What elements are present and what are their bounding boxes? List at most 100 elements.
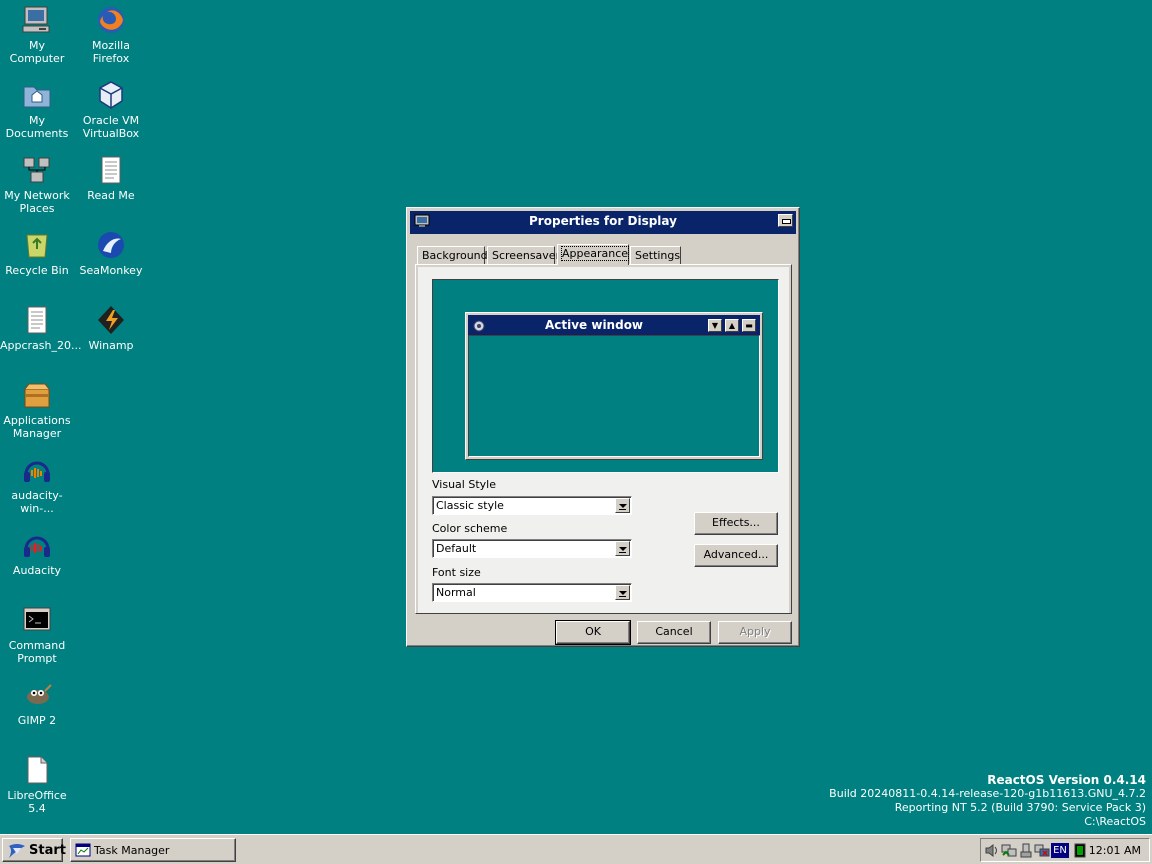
audacity-icon (21, 529, 53, 561)
version-reporting: Reporting NT 5.2 (Build 3790: Service Pa… (894, 801, 1146, 814)
chevron-down-icon[interactable] (615, 585, 630, 600)
tab-screensaver[interactable]: Screensaver (487, 246, 560, 265)
desktop-icon-label: Read Me (87, 189, 135, 202)
desktop-icon-label: Applications Manager (3, 414, 71, 440)
desktop-icon-libreoffice[interactable]: LibreOffice 5.4 (0, 754, 74, 815)
clock[interactable]: 12:01 AM (1089, 844, 1141, 857)
desktop-icon-my-computer[interactable]: My Computer (0, 4, 74, 65)
preview-window-title: Active window (544, 318, 644, 332)
desktop-icon-virtualbox[interactable]: Oracle VM VirtualBox (74, 79, 148, 140)
display-properties-dialog: Properties for Display Background Screen… (406, 207, 800, 647)
desktop-icon-label: Mozilla Firefox (92, 39, 130, 65)
effects-button[interactable]: Effects... (694, 512, 778, 535)
system-tray: EN 12:01 AM (980, 838, 1150, 862)
desktop-icon-label: SeaMonkey (79, 264, 143, 277)
desktop-icon-command-prompt[interactable]: Command Prompt (0, 604, 74, 665)
dialog-titlebar[interactable]: Properties for Display (410, 211, 796, 232)
visual-style-select[interactable]: Classic style (432, 496, 632, 515)
task-manager-icon (75, 843, 91, 857)
version-title: ReactOS Version 0.4.14 (987, 773, 1146, 787)
minimize-icon: ▬ (742, 319, 756, 332)
desktop-icon-label: Appcrash_20... (0, 339, 82, 352)
version-build: Build 20240811-0.4.14-release-120-g1b116… (829, 787, 1146, 800)
documents-folder-icon (21, 79, 53, 111)
font-size-value: Normal (436, 586, 476, 599)
seamonkey-icon (95, 229, 127, 261)
version-info: ReactOS Version 0.4.14 Build 20240811-0.… (829, 773, 1146, 829)
preview-titlebar: Active window ▼ ▲ ▬ (468, 315, 760, 335)
desktop-icon-label: Winamp (88, 339, 134, 352)
visual-style-value: Classic style (436, 499, 504, 512)
desktop-icon-my-documents[interactable]: My Documents (0, 79, 74, 140)
desktop-icon-read-me[interactable]: Read Me (74, 154, 148, 202)
font-size-label: Font size (432, 566, 481, 579)
chevron-down-icon[interactable] (615, 498, 630, 513)
taskbar-item-task-manager[interactable]: Task Manager (70, 838, 236, 862)
cancel-button[interactable]: Cancel (637, 621, 711, 644)
safely-remove-icon[interactable] (1018, 843, 1034, 858)
color-scheme-select[interactable]: Default (432, 539, 632, 558)
desktop-icon-gimp[interactable]: GIMP 2 (0, 679, 74, 727)
taskbar: Start Task Manager EN 12:01 AM (0, 834, 1152, 864)
version-path: C:\ReactOS (1084, 815, 1146, 828)
battery-icon[interactable] (1072, 843, 1088, 858)
color-scheme-label: Color scheme (432, 522, 508, 535)
gimp-icon (21, 679, 53, 711)
recycle-bin-icon (21, 229, 53, 261)
virtualbox-icon (95, 79, 127, 111)
desktop-icon-seamonkey[interactable]: SeaMonkey (74, 229, 148, 277)
network-status-icon[interactable] (1001, 843, 1017, 858)
close-button[interactable] (778, 214, 793, 227)
terminal-icon (21, 604, 53, 636)
text-file-icon (95, 154, 127, 186)
desktop-icon-label: My Network Places (4, 189, 70, 215)
chevron-down-icon[interactable] (615, 541, 630, 556)
desktop-icon-label: Command Prompt (8, 639, 66, 665)
desktop-icon-label: My Documents (5, 114, 69, 140)
desktop-icon-winamp[interactable]: Winamp (74, 304, 148, 352)
tab-appearance[interactable]: Appearance (557, 244, 630, 265)
winamp-icon (95, 304, 127, 336)
desktop-icon-label: LibreOffice 5.4 (7, 789, 67, 815)
desktop-icon-mozilla-firefox[interactable]: Mozilla Firefox (74, 4, 148, 65)
apply-button[interactable]: Apply (718, 621, 792, 644)
visual-style-label: Visual Style (432, 478, 496, 491)
desktop-icon-my-network-places[interactable]: My Network Places (0, 154, 74, 215)
advanced-button[interactable]: Advanced... (694, 544, 778, 567)
desktop-icon-label: My Computer (9, 39, 65, 65)
reactos-logo-icon (7, 842, 27, 858)
audacity-icon (21, 454, 53, 486)
computer-icon (21, 4, 53, 36)
desktop-icon-label: Recycle Bin (5, 264, 69, 277)
text-file-icon (21, 304, 53, 336)
start-button[interactable]: Start (2, 838, 66, 862)
desktop-icon-audacity-installer[interactable]: audacity-win-... (0, 454, 74, 515)
chevron-down-icon: ▼ (708, 319, 722, 332)
desktop-icon-label: Audacity (12, 564, 62, 577)
language-indicator[interactable]: EN (1051, 843, 1069, 858)
desktop-icon-label: audacity-win-... (11, 489, 63, 515)
desktop-icon-appcrash[interactable]: Appcrash_20... (0, 304, 82, 352)
font-size-select[interactable]: Normal (432, 583, 632, 602)
desktop-icon-label: Oracle VM VirtualBox (82, 114, 140, 140)
preview-active-window: Active window ▼ ▲ ▬ (465, 312, 763, 460)
network-disconnected-icon[interactable] (1034, 843, 1050, 858)
package-icon (21, 379, 53, 411)
dialog-title: Properties for Display (529, 214, 677, 228)
color-scheme-value: Default (436, 542, 477, 555)
desktop-icon-applications-manager[interactable]: Applications Manager (0, 379, 74, 440)
appearance-panel-body: Active window ▼ ▲ ▬ Visual Style Classic… (418, 267, 789, 613)
desktop-icon-recycle-bin[interactable]: Recycle Bin (0, 229, 74, 277)
network-icon (21, 154, 53, 186)
desktop-icon-audacity[interactable]: Audacity (0, 529, 74, 577)
tab-background[interactable]: Background (417, 246, 488, 265)
preview-client-area (468, 335, 760, 457)
taskbar-item-label: Task Manager (94, 844, 170, 857)
volume-icon[interactable] (984, 843, 1000, 858)
ok-button[interactable]: OK (555, 620, 631, 645)
libreoffice-icon (21, 754, 53, 786)
title-underline (410, 232, 796, 234)
appearance-preview: Active window ▼ ▲ ▬ (432, 279, 779, 473)
desktop-icon-label: GIMP 2 (17, 714, 57, 727)
tab-settings[interactable]: Settings (630, 246, 681, 265)
